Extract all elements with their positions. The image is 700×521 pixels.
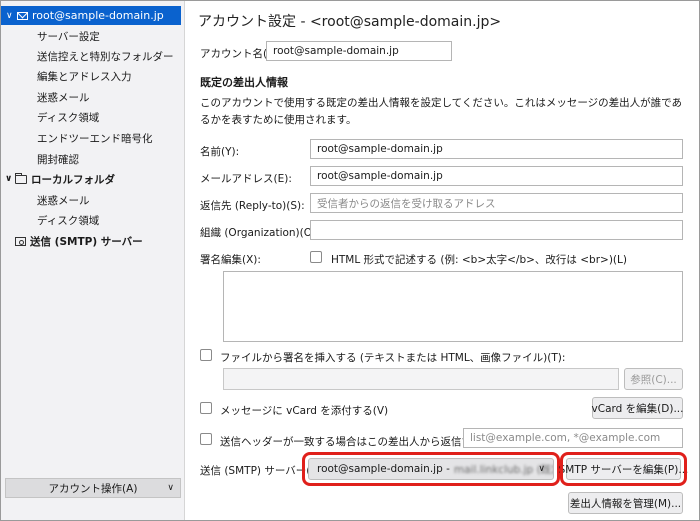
- reply-identity-input[interactable]: list@example.com, *@example.com: [463, 428, 683, 448]
- sidebar-item-e2e-encryption[interactable]: エンドツーエンド暗号化: [37, 129, 153, 147]
- organization-label: 組織 (Organization)(O):: [200, 227, 320, 239]
- smtp-select-highlight: [302, 452, 560, 486]
- envelope-icon: [17, 11, 28, 20]
- signature-file-checkbox[interactable]: [200, 349, 212, 361]
- signature-textarea[interactable]: [223, 271, 683, 342]
- account-settings-pane: アカウント設定 - <root@sample-domain.jp> アカウント名…: [186, 1, 699, 520]
- sidebar-item-junk[interactable]: 迷惑メール: [37, 88, 90, 106]
- smtp-edit-highlight: [560, 452, 687, 486]
- name-input[interactable]: root@sample-domain.jp: [310, 139, 683, 159]
- organization-input[interactable]: [310, 220, 683, 240]
- email-input[interactable]: root@sample-domain.jp: [310, 166, 683, 186]
- reply-to-input[interactable]: 受信者からの返信を受け取るアドレス: [310, 193, 683, 213]
- sidebar-item-disk-space[interactable]: ディスク領域: [37, 108, 99, 126]
- html-signature-label: HTML 形式で記述する (例: <b>太字</b>、改行は <br>)(L): [331, 254, 627, 266]
- sidebar-item-local-disk-space[interactable]: ディスク領域: [37, 211, 99, 229]
- vcard-label: メッセージに vCard を添付する(V): [220, 405, 389, 417]
- name-label: 名前(Y):: [200, 146, 240, 158]
- chevron-down-icon[interactable]: ∨: [6, 11, 16, 21]
- manage-identities-button[interactable]: 差出人情報を管理(M)...: [568, 492, 683, 514]
- account-actions-button[interactable]: アカウント操作(A) ∨: [5, 478, 181, 498]
- sidebar-local-folders-label: ローカルフォルダ: [31, 173, 115, 186]
- sidebar-local-folders[interactable]: ∨ ローカルフォルダ: [5, 170, 115, 188]
- sidebar-smtp-label: 送信 (SMTP) サーバー: [30, 235, 143, 248]
- reply-to-label: 返信先 (Reply-to)(S):: [200, 200, 305, 212]
- reply-identity-checkbox[interactable]: [200, 433, 212, 445]
- account-name-input[interactable]: root@sample-domain.jp: [266, 41, 452, 61]
- browse-button[interactable]: 参照(C)...: [624, 368, 683, 390]
- signature-file-path-input[interactable]: [223, 368, 619, 390]
- vcard-checkbox[interactable]: [200, 402, 212, 414]
- sidebar-item-composition[interactable]: 編集とアドレス入力: [37, 67, 132, 85]
- sidebar-account-item[interactable]: ∨ root@sample-domain.jp: [1, 6, 181, 25]
- sidebar-item-local-junk[interactable]: 迷惑メール: [37, 191, 90, 209]
- identity-heading: 既定の差出人情報: [200, 76, 288, 89]
- sidebar-item-return-receipts[interactable]: 開封確認: [37, 150, 79, 168]
- edit-vcard-button[interactable]: vCard を編集(D)...: [592, 397, 683, 419]
- folder-icon: [15, 172, 27, 184]
- identity-description: このアカウントで使用する既定の差出人情報を設定してください。これはメッセージの差…: [200, 97, 683, 126]
- account-actions-label: アカウント操作(A): [48, 482, 138, 495]
- email-label: メールアドレス(E):: [200, 173, 292, 185]
- chevron-down-icon[interactable]: ∨: [5, 174, 15, 184]
- sidebar-account-label: root@sample-domain.jp: [32, 9, 164, 22]
- signature-label: 署名編集(X):: [200, 254, 261, 266]
- account-sidebar: ∨ root@sample-domain.jp サーバー設定 送信控えと特別なフ…: [1, 1, 185, 520]
- page-title: アカウント設定 - <root@sample-domain.jp>: [198, 14, 502, 30]
- chevron-down-icon: ∨: [167, 483, 174, 493]
- sidebar-smtp-server[interactable]: 送信 (SMTP) サーバー: [5, 232, 143, 250]
- sidebar-item-copies-folders[interactable]: 送信控えと特別なフォルダー: [37, 47, 174, 65]
- signature-file-label: ファイルから署名を挿入する (テキストまたは HTML、画像ファイル)(T):: [220, 352, 566, 364]
- reply-identity-label: 送信ヘッダーが一致する場合はこの差出人から返信する(I):: [220, 436, 498, 448]
- sidebar-item-server-settings[interactable]: サーバー設定: [37, 27, 100, 45]
- smtp-server-icon: [15, 236, 26, 246]
- html-signature-checkbox[interactable]: [310, 251, 322, 263]
